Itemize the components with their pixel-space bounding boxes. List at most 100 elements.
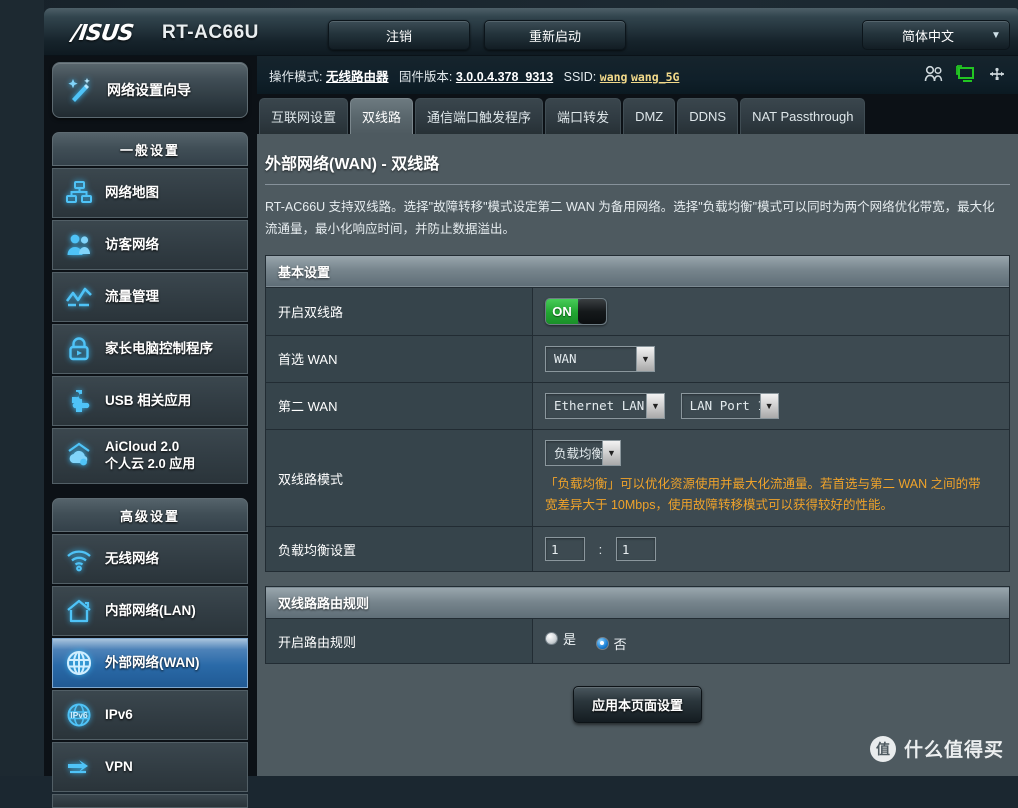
tab-nat-passthrough[interactable]: NAT Passthrough	[740, 98, 866, 134]
svg-text:IPv6: IPv6	[70, 710, 88, 720]
guest-network-icon	[53, 231, 105, 259]
sidebar-group-advanced: 高级设置 无线网络 内部网络(LAN) 外部网络(WAN) IPv6 IPv6 …	[52, 498, 248, 808]
section-header-basic: 基本设置	[265, 254, 1010, 288]
network-monitor-icon[interactable]	[954, 65, 976, 88]
sidebar-item-label: 外部网络(WAN)	[105, 654, 200, 670]
load-balance-ratio-right[interactable]	[615, 537, 656, 562]
sidebar-item-wireless[interactable]: 无线网络	[52, 534, 248, 584]
sidebar-item-label: AiCloud 2.0 个人云 2.0 应用	[105, 439, 195, 472]
primary-wan-value: WAN	[554, 351, 577, 367]
op-mode-value[interactable]: 无线路由器	[326, 70, 389, 84]
sidebar-item-vpn[interactable]: VPN	[52, 742, 248, 792]
primary-wan-select[interactable]: WAN ▼	[545, 345, 655, 372]
sidebar-group-general: 一般设置 网络地图 访客网络 流量管理 家长电脑控制程序 USB 相关应用 Ai…	[52, 132, 248, 484]
usb-icon[interactable]	[986, 65, 1008, 88]
router-model-name: RT-AC66U	[162, 22, 259, 43]
sidebar-item-label: 无线网络	[105, 550, 159, 566]
wan-globe-icon	[53, 649, 105, 677]
tab-dmz[interactable]: DMZ	[623, 98, 676, 134]
language-selector[interactable]: 简体中文 ▼	[862, 20, 1010, 50]
body-area: 网络设置向导 一般设置 网络地图 访客网络 流量管理 家长电脑控制程序 USB …	[44, 56, 1018, 808]
sidebar-item-network-map[interactable]: 网络地图	[52, 168, 248, 218]
sidebar-item-aicloud[interactable]: AiCloud 2.0 个人云 2.0 应用	[52, 428, 248, 484]
ssid-label: SSID:	[563, 69, 597, 84]
enable-dual-wan-toggle[interactable]: ON	[545, 297, 607, 325]
language-label: 简体中文	[901, 28, 954, 44]
row-value: :	[532, 526, 1010, 573]
routing-rules-no-option[interactable]: 否	[595, 634, 627, 653]
router-admin-window: /ISUS RT-AC66U 注销 重新启动 简体中文 ▼ 网络设置向导 一般设…	[0, 0, 1018, 808]
aicloud-icon	[53, 442, 105, 470]
secondary-wan-port-select[interactable]: LAN Port 1 ▼	[680, 392, 779, 419]
radio-yes[interactable]	[545, 632, 558, 646]
content-area: 外部网络(WAN) - 双线路 RT-AC66U 支持双线路。选择"故障转移"模…	[257, 134, 1018, 776]
ssid-24g[interactable]: wang	[600, 70, 628, 84]
secondary-wan-value: Ethernet LAN	[554, 398, 645, 414]
sidebar-item-partial[interactable]	[52, 794, 248, 808]
sidebar: 网络设置向导 一般设置 网络地图 访客网络 流量管理 家长电脑控制程序 USB …	[44, 56, 256, 808]
load-balance-ratio-left[interactable]	[545, 537, 585, 562]
section-title: 基本设置	[265, 254, 1010, 288]
ipv6-icon: IPv6	[53, 701, 105, 729]
wireless-icon	[53, 545, 105, 573]
routing-rules-yes-option[interactable]: 是	[545, 629, 576, 648]
firmware-value[interactable]: 3.0.0.4.378_9313	[456, 70, 553, 84]
sidebar-item-label: 流量管理	[105, 288, 159, 304]
page-description: RT-AC66U 支持双线路。选择"故障转移"模式设定第二 WAN 为备用网络。…	[265, 200, 995, 236]
logout-button[interactable]: 注销	[328, 20, 470, 50]
row-label: 负载均衡设置	[265, 526, 533, 573]
tab-port-forwarding[interactable]: 端口转发	[545, 98, 622, 134]
reboot-button[interactable]: 重新启动	[484, 20, 626, 50]
tab-ddns[interactable]: DDNS	[677, 98, 739, 134]
row-value: 负载均衡 ▼ 「负载均衡」可以优化资源使用并最大化流通量。若首选与第二 WAN …	[532, 428, 1010, 528]
row-value: WAN ▼	[532, 334, 1010, 383]
watermark-text: 什么值得买	[903, 740, 1004, 761]
secondary-wan-select[interactable]: Ethernet LAN ▼	[545, 392, 665, 419]
app-header: /ISUS RT-AC66U 注销 重新启动 简体中文 ▼	[44, 8, 1018, 56]
sidebar-group-title: 高级设置	[52, 498, 248, 532]
toggle-knob	[578, 298, 606, 324]
sidebar-item-lan[interactable]: 内部网络(LAN)	[52, 586, 248, 636]
chevron-down-icon: ▼	[646, 393, 664, 418]
sidebar-item-label: 家长电脑控制程序	[105, 340, 213, 356]
radio-no[interactable]	[595, 636, 609, 650]
row-load-balance: 负载均衡设置 :	[265, 526, 1010, 573]
network-map-icon	[53, 179, 105, 207]
traffic-manager-icon	[53, 283, 105, 311]
aicloud-title: AiCloud 2.0	[105, 439, 180, 455]
site-watermark: 值 什么值得买	[869, 735, 1004, 762]
radio-yes-label: 是	[563, 632, 577, 648]
sidebar-item-parental-control[interactable]: 家长电脑控制程序	[52, 324, 248, 374]
row-secondary-wan: 第二 WAN Ethernet LAN ▼ LAN Port 1 ▼	[265, 381, 1010, 430]
chevron-down-icon: ▼	[636, 346, 654, 371]
sidebar-item-label: VPN	[105, 758, 133, 774]
tab-port-trigger[interactable]: 通信端口触发程序	[415, 98, 544, 134]
watermark-badge: 值	[869, 735, 896, 762]
basic-settings-table: 基本设置 开启双线路 ON 首选 WAN WAN ▼ 第二 WAN Ethern…	[265, 254, 1010, 573]
toggle-on-label: ON	[546, 298, 578, 324]
clients-icon[interactable]	[924, 65, 944, 88]
row-value: 是 否	[532, 618, 1010, 664]
firmware-label: 固件版本:	[398, 69, 453, 84]
apply-settings-button[interactable]: 应用本页面设置	[572, 685, 702, 723]
sidebar-item-traffic-manager[interactable]: 流量管理	[52, 272, 248, 322]
dual-wan-mode-select[interactable]: 负载均衡 ▼	[545, 439, 621, 466]
sidebar-item-network-wizard[interactable]: 网络设置向导	[52, 62, 248, 118]
status-icons	[924, 65, 1008, 88]
sidebar-item-label: IPv6	[105, 706, 133, 722]
sidebar-item-label: USB 相关应用	[105, 392, 192, 408]
section-title: 双线路路由规则	[265, 586, 1010, 620]
sidebar-item-ipv6[interactable]: IPv6 IPv6	[52, 690, 248, 740]
row-enable-dual-wan: 开启双线路 ON	[265, 286, 1010, 336]
sidebar-item-guest-network[interactable]: 访客网络	[52, 220, 248, 270]
sidebar-item-usb-application[interactable]: USB 相关应用	[52, 376, 248, 426]
tab-dual-wan[interactable]: 双线路	[350, 98, 414, 134]
asus-logo: /ISUS	[70, 21, 135, 46]
ssid-5g[interactable]: wang_5G	[631, 70, 679, 84]
sidebar-item-wan[interactable]: 外部网络(WAN)	[52, 638, 248, 688]
left-gutter	[0, 0, 44, 776]
apply-button-row: 应用本页面设置	[265, 685, 1010, 723]
tab-internet-settings[interactable]: 互联网设置	[259, 98, 349, 134]
row-value: Ethernet LAN ▼ LAN Port 1 ▼	[532, 381, 1010, 430]
parental-control-icon	[53, 335, 105, 363]
